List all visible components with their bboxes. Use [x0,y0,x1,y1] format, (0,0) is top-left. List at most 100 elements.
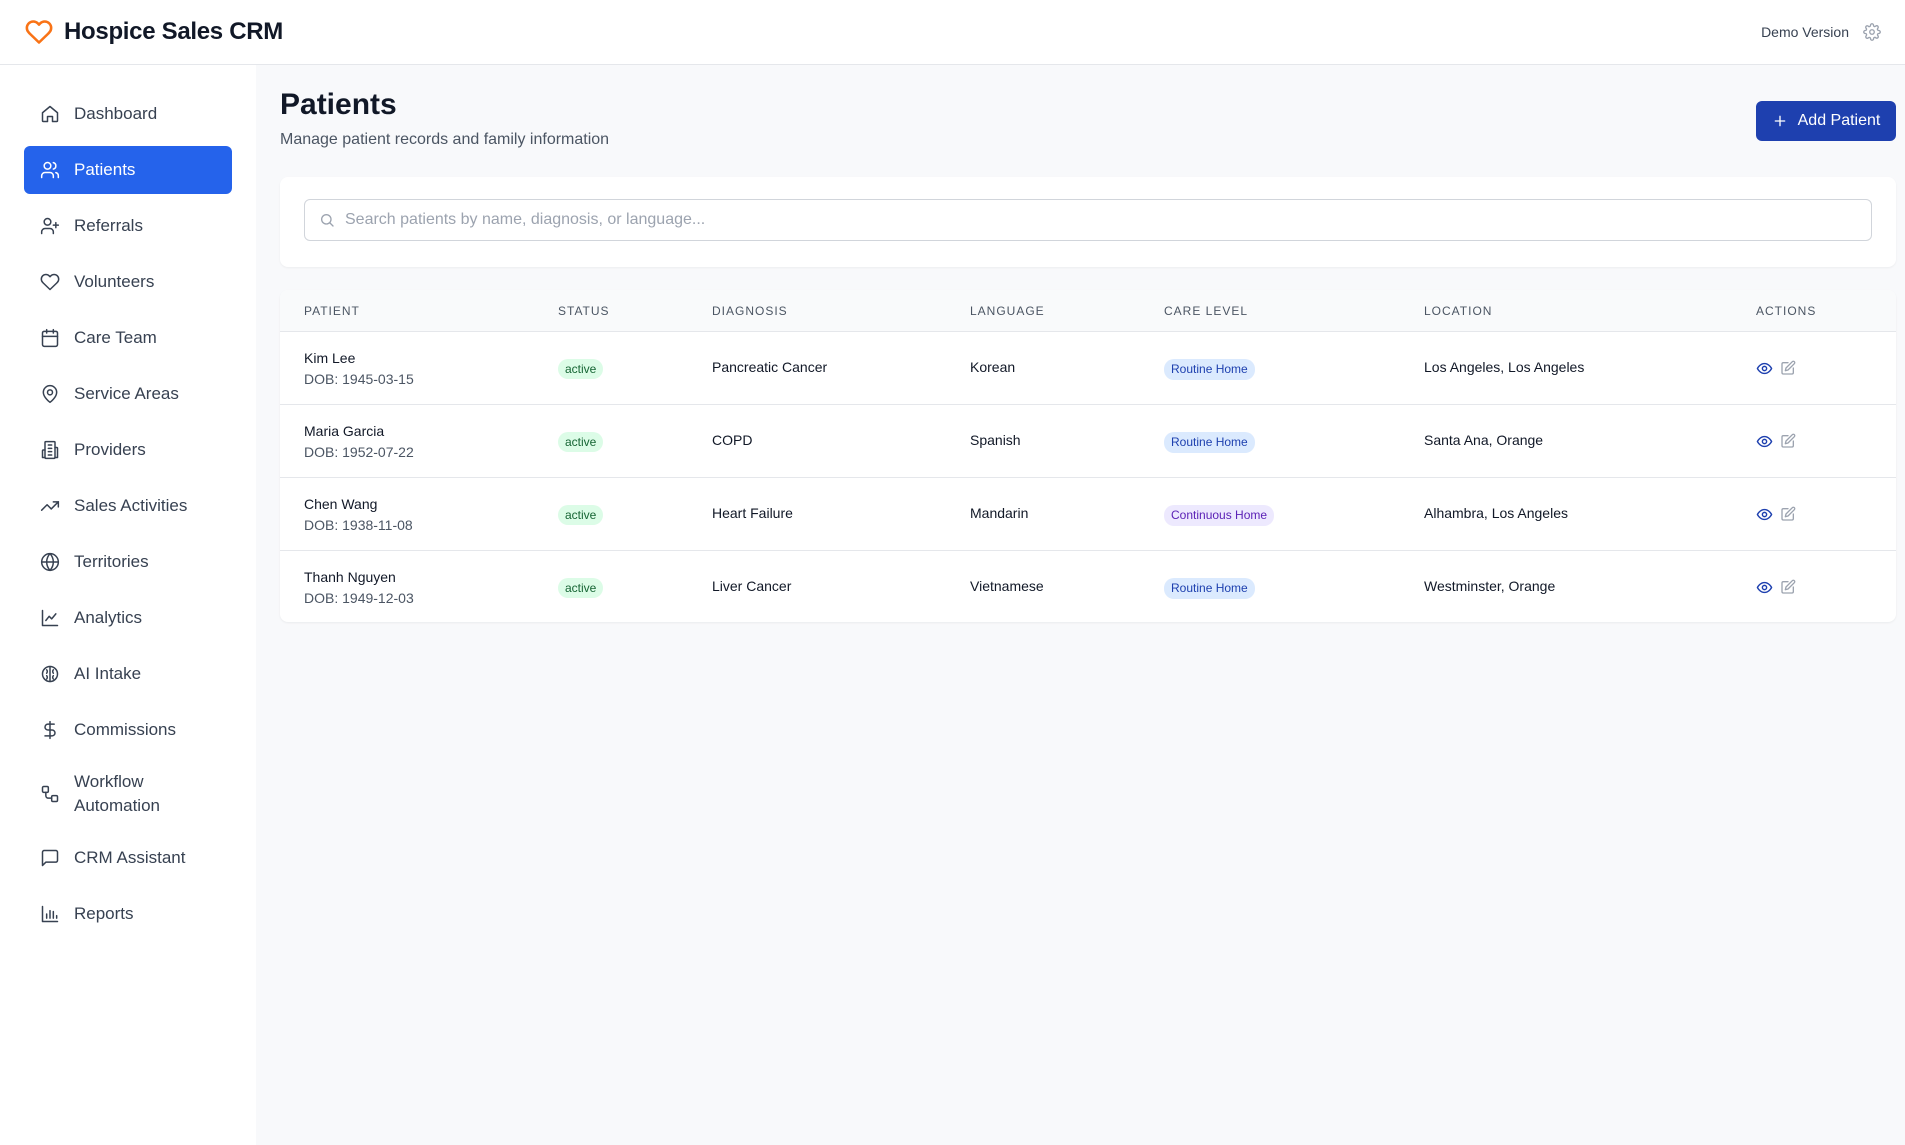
sidebar-item-label: Workflow Automation [74,772,160,815]
sidebar-item-label: CRM Assistant [74,848,186,867]
language-cell: Vietnamese [970,578,1044,594]
patient-dob: DOB: 1949-12-03 [304,590,414,606]
column-header-patient[interactable]: PATIENT [304,304,360,318]
calendar-icon [41,328,59,348]
settings-gear-icon[interactable] [1863,23,1881,41]
dollar-icon [44,720,56,740]
column-header-care-level[interactable]: CARE LEVEL [1164,304,1248,318]
patient-dob: DOB: 1938-11-08 [304,517,413,533]
sidebar-item-crm-assistant[interactable]: CRM Assistant [24,834,232,882]
location-cell: Los Angeles, Los Angeles [1424,359,1585,375]
sidebar-item-workflow-automation[interactable]: Workflow Automation [24,762,232,826]
header-right: Demo Version [1761,23,1881,41]
diagnosis-cell: Liver Cancer [712,578,792,594]
view-eye-icon[interactable] [1756,506,1773,523]
building-icon [41,440,59,460]
view-eye-icon[interactable] [1756,433,1773,450]
search-box[interactable] [304,199,1872,241]
location-cell: Alhambra, Los Angeles [1424,505,1568,521]
user-plus-icon [40,217,60,235]
status-badge: active [558,505,604,525]
heart-logo-icon [24,18,54,46]
patient-dob: DOB: 1945-03-15 [304,371,414,387]
sidebar-item-label: Patients [74,160,136,179]
sidebar-item-reports[interactable]: Reports [24,890,232,938]
edit-icon[interactable] [1780,506,1796,522]
app-title: Hospice Sales CRM [64,18,283,45]
sidebar-item-volunteers[interactable]: Volunteers [24,258,232,306]
sidebar-item-patients[interactable]: Patients [24,146,232,194]
patient-name: Thanh Nguyen [304,569,396,585]
sidebar-item-label: Providers [74,440,146,459]
sidebar-item-service-areas[interactable]: Service Areas [24,370,232,418]
sidebar-item-territories[interactable]: Territories [24,538,232,586]
care-level-badge: Continuous Home [1164,505,1275,526]
sidebar-item-label: Sales Activities [74,496,188,515]
add-patient-label: Add Patient [1797,112,1881,129]
column-header-status[interactable]: STATUS [558,304,610,318]
diagnosis-cell: Heart Failure [712,505,793,521]
diagnosis-cell: COPD [712,432,753,448]
table-row[interactable]: Kim Lee DOB: 1945-03-15 active Pancreati… [280,332,1896,405]
table-row[interactable]: Chen Wang DOB: 1938-11-08 active Heart F… [280,478,1896,551]
diagnosis-cell: Pancreatic Cancer [712,359,828,375]
add-patient-button[interactable]: Add Patient [1756,101,1896,141]
language-cell: Spanish [970,432,1021,448]
sidebar-item-dashboard[interactable]: Dashboard [24,90,232,138]
sidebar-item-label: Volunteers [74,272,155,291]
edit-icon[interactable] [1780,433,1796,449]
sidebar-item-label: Care Team [74,328,157,347]
home-icon [41,105,59,123]
message-square-icon [41,849,59,867]
brand[interactable]: Hospice Sales CRM [24,18,283,46]
sidebar-item-label: Referrals [74,216,143,235]
care-level-badge: Routine Home [1164,432,1255,453]
sidebar-item-label: Reports [74,904,134,923]
sidebar-item-care-team[interactable]: Care Team [24,314,232,362]
status-badge: active [558,432,604,452]
globe-icon [40,552,60,572]
edit-icon[interactable] [1780,579,1796,595]
search-icon [321,214,334,227]
sidebar-item-ai-intake[interactable]: AI Intake [24,650,232,698]
column-header-language[interactable]: LANGUAGE [970,304,1045,318]
top-header: Hospice Sales CRM Demo Version [0,0,1905,65]
brain-icon [41,665,59,683]
sidebar: Dashboard Patients Referrals Volunteers … [0,65,256,1145]
patient-name: Maria Garcia [304,423,385,439]
sidebar-item-referrals[interactable]: Referrals [24,202,232,250]
view-eye-icon[interactable] [1756,360,1773,377]
page-title: Patients [280,88,397,121]
map-pin-icon [42,384,58,404]
patient-name: Chen Wang [304,496,378,512]
care-level-badge: Routine Home [1164,578,1255,599]
view-eye-icon[interactable] [1756,579,1773,596]
sidebar-item-providers[interactable]: Providers [24,426,232,474]
users-icon [40,161,60,179]
main-content: Patients Manage patient records and fami… [256,65,1905,1145]
search-card [280,177,1896,267]
status-badge: active [558,359,604,379]
sidebar-item-sales-activities[interactable]: Sales Activities [24,482,232,530]
sidebar-item-label: Commissions [74,720,177,739]
patient-name: Kim Lee [304,350,356,366]
column-header-diagnosis[interactable]: DIAGNOSIS [712,304,788,318]
plus-icon [1774,115,1785,127]
status-badge: active [558,578,604,598]
patient-dob: DOB: 1952-07-22 [304,444,414,460]
location-cell: Westminster, Orange [1424,578,1556,594]
table-row[interactable]: Thanh Nguyen DOB: 1949-12-03 active Live… [280,551,1896,622]
column-header-actions: ACTIONS [1756,304,1817,318]
table-row[interactable]: Maria Garcia DOB: 1952-07-22 active COPD… [280,405,1896,478]
sidebar-item-analytics[interactable]: Analytics [24,594,232,642]
sidebar-item-label: Dashboard [74,104,158,123]
column-header-location[interactable]: LOCATION [1424,304,1492,318]
language-cell: Korean [970,359,1016,375]
patients-table: PATIENT STATUS DIAGNOSIS LANGUAGE CARE L… [280,290,1896,622]
sidebar-item-label: Territories [74,552,149,571]
search-input[interactable] [345,211,1845,229]
line-chart-icon [41,609,59,627]
edit-icon[interactable] [1780,360,1796,376]
sidebar-item-commissions[interactable]: Commissions [24,706,232,754]
sidebar-item-label: Service Areas [74,384,179,403]
